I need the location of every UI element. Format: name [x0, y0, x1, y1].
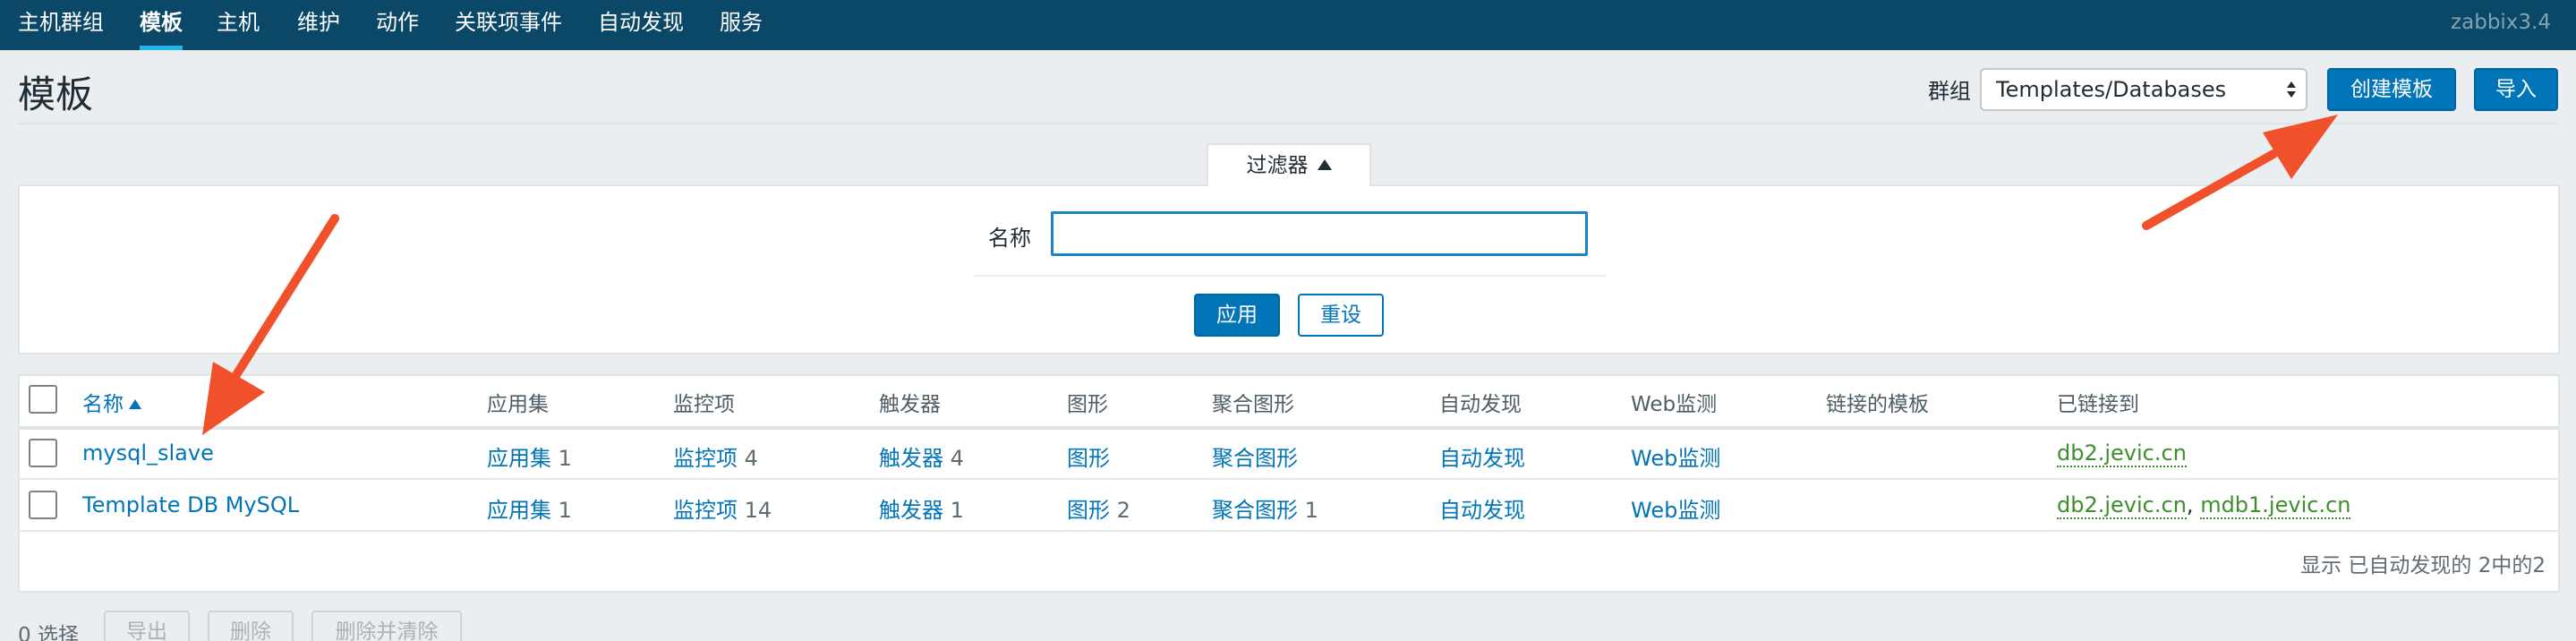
- nav-services[interactable]: 服务: [720, 0, 763, 50]
- applications-link[interactable]: 应用集: [487, 498, 551, 523]
- applications-link[interactable]: 应用集: [487, 446, 551, 471]
- discovery-link[interactable]: 自动发现: [1439, 440, 1525, 472]
- reset-button[interactable]: 重设: [1298, 294, 1384, 337]
- delete-and-clear-button[interactable]: 删除并清除: [311, 611, 462, 641]
- nav-host-groups[interactable]: 主机群组: [18, 0, 104, 50]
- group-select-value: Templates/Databases: [1996, 77, 2227, 102]
- sort-ascending-icon: [129, 399, 141, 409]
- export-button[interactable]: 导出: [104, 611, 190, 641]
- host-link[interactable]: db2.jevic.cn: [2057, 440, 2187, 467]
- graphs-cell: 图形: [1067, 440, 1110, 472]
- template-name-link[interactable]: Template DB MySQL: [82, 492, 299, 517]
- import-button[interactable]: 导入: [2474, 68, 2558, 111]
- graphs-count: 2: [1116, 498, 1130, 523]
- select-arrows-icon: [2287, 81, 2296, 98]
- graphs-link[interactable]: 图形: [1067, 498, 1110, 523]
- items-cell: 监控项 14: [673, 492, 772, 524]
- items-count: 4: [744, 446, 758, 471]
- collapse-up-icon: [1317, 159, 1332, 170]
- row-checkbox[interactable]: [29, 439, 57, 467]
- column-header-name[interactable]: 名称: [82, 387, 141, 417]
- linked-to-cell: db2.jevic.cn: [2057, 440, 2187, 467]
- header-divider: [18, 123, 2558, 124]
- nav-hosts[interactable]: 主机: [217, 0, 260, 50]
- web-link[interactable]: Web监测: [1631, 440, 1720, 472]
- filter-name-label: 名称: [988, 226, 1031, 251]
- items-link[interactable]: 监控项: [673, 446, 738, 471]
- row-checkbox[interactable]: [29, 491, 57, 519]
- graphs-link[interactable]: 图形: [1067, 446, 1110, 471]
- triggers-link[interactable]: 触发器: [879, 498, 943, 523]
- discovery-link[interactable]: 自动发现: [1439, 492, 1525, 524]
- delete-button[interactable]: 删除: [208, 611, 294, 641]
- items-count: 14: [744, 498, 772, 523]
- nav-templates[interactable]: 模板: [140, 0, 183, 50]
- graphs-cell: 图形 2: [1067, 492, 1130, 524]
- create-template-button[interactable]: 创建模板: [2327, 68, 2456, 111]
- column-header-items: 监控项: [673, 393, 735, 416]
- filter-divider: [974, 275, 1606, 277]
- row-divider: [18, 478, 2560, 480]
- web-link[interactable]: Web监测: [1631, 492, 1720, 524]
- filter-name-input[interactable]: [1051, 211, 1588, 256]
- table-header-divider: [18, 426, 2560, 430]
- linked-to-cell: db2.jevic.cn, mdb1.jevic.cn: [2057, 492, 2351, 519]
- host-link[interactable]: mdb1.jevic.cn: [2200, 492, 2351, 519]
- applications-cell: 应用集 1: [487, 492, 572, 524]
- apply-button[interactable]: 应用: [1194, 294, 1280, 337]
- screens-link[interactable]: 聚合图形: [1212, 446, 1298, 471]
- screens-cell: 聚合图形: [1212, 440, 1298, 472]
- column-header-linked-to: 已链接到: [2057, 393, 2139, 416]
- group-label: 群组: [1928, 79, 1971, 104]
- column-header-graphs: 图形: [1067, 393, 1108, 416]
- group-select[interactable]: Templates/Databases: [1980, 68, 2307, 111]
- items-cell: 监控项 4: [673, 440, 758, 472]
- column-header-linked-templates: 链接的模板: [1826, 393, 1929, 416]
- nav-actions[interactable]: 动作: [376, 0, 419, 50]
- table-footer-summary: 显示 已自动发现的 2中的2: [2300, 554, 2546, 577]
- applications-cell: 应用集 1: [487, 440, 572, 472]
- screens-link[interactable]: 聚合图形: [1212, 498, 1298, 523]
- applications-count: 1: [558, 446, 572, 471]
- page-title: 模板: [18, 73, 94, 116]
- triggers-cell: 触发器 1: [879, 492, 964, 524]
- host-separator: ,: [2186, 492, 2194, 517]
- nav-correlation[interactable]: 关联项事件: [455, 0, 562, 50]
- column-header-discovery: 自动发现: [1439, 393, 1522, 416]
- triggers-link[interactable]: 触发器: [879, 446, 943, 471]
- nav-discovery[interactable]: 自动发现: [598, 0, 684, 50]
- column-header-name-label: 名称: [82, 393, 124, 416]
- filter-tab[interactable]: 过滤器: [1207, 143, 1371, 186]
- row-divider: [18, 530, 2560, 532]
- column-header-applications: 应用集: [487, 393, 549, 416]
- host-link[interactable]: db2.jevic.cn: [2057, 492, 2187, 519]
- nav-maintenance[interactable]: 维护: [297, 0, 340, 50]
- applications-count: 1: [558, 498, 572, 523]
- column-header-triggers: 触发器: [879, 393, 941, 416]
- brand-label: zabbix3.4: [2451, 11, 2551, 34]
- column-header-screens: 聚合图形: [1212, 393, 1294, 416]
- top-navigation: 主机群组 模板 主机 维护 动作 关联项事件 自动发现 服务 zabbix3.4: [0, 0, 2576, 50]
- triggers-cell: 触发器 4: [879, 440, 964, 472]
- triggers-count: 1: [950, 498, 964, 523]
- screens-cell: 聚合图形 1: [1212, 492, 1318, 524]
- select-all-checkbox[interactable]: [29, 385, 57, 414]
- template-name-link[interactable]: mysql_slave: [82, 440, 214, 466]
- triggers-count: 4: [950, 446, 964, 471]
- filter-panel: [18, 184, 2560, 355]
- filter-tab-label: 过滤器: [1246, 154, 1309, 177]
- screens-count: 1: [1304, 498, 1318, 523]
- selected-count: 0 选择: [18, 624, 79, 641]
- items-link[interactable]: 监控项: [673, 498, 738, 523]
- column-header-web: Web监测: [1631, 393, 1718, 416]
